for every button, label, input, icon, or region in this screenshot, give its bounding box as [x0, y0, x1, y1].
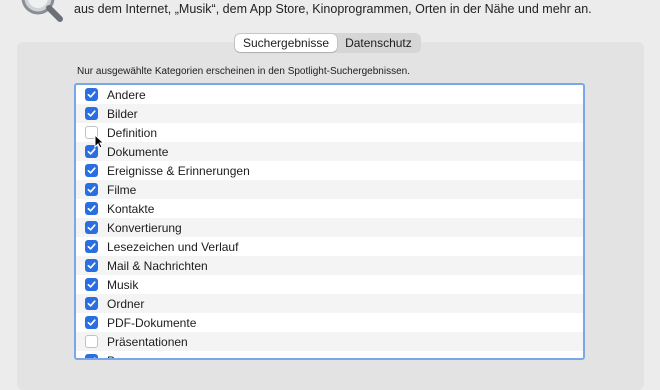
category-checkbox[interactable] [85, 240, 98, 253]
checkmark-icon [87, 243, 96, 250]
category-list[interactable]: Andere Bilder Definition Dokumente Ereigniss… [74, 83, 585, 360]
category-row[interactable]: Dokumente [76, 142, 583, 161]
category-checkbox[interactable] [85, 354, 98, 358]
checkmark-icon [87, 167, 96, 174]
category-label: PDF-Dokumente [107, 315, 197, 330]
category-checkbox[interactable] [85, 316, 98, 329]
category-row[interactable]: Mail & Nachrichten [76, 256, 583, 275]
checkmark-icon [87, 281, 96, 288]
category-label: Lesezeichen und Verlauf [107, 239, 239, 254]
category-label: Mail & Nachrichten [107, 258, 208, 273]
category-row[interactable]: Musik [76, 275, 583, 294]
category-row[interactable]: Lesezeichen und Verlauf [76, 237, 583, 256]
category-checkbox[interactable] [85, 107, 98, 120]
checkmark-icon [87, 224, 96, 231]
category-label: Andere [107, 87, 146, 102]
hint-text: Nur ausgewählte Kategorien erscheinen in… [77, 66, 410, 77]
category-checkbox[interactable] [85, 259, 98, 272]
checkmark-icon [87, 300, 96, 307]
tab-suchergebnisse[interactable]: Suchergebnisse [235, 34, 338, 52]
category-label: Ordner [107, 296, 145, 311]
mouse-cursor-icon [94, 134, 104, 149]
header-description: aus dem Internet, „Musik“, dem App Store… [74, 2, 592, 16]
category-checkbox[interactable] [85, 297, 98, 310]
category-row[interactable]: Bilder [76, 104, 583, 123]
category-label: Dokumente [107, 144, 169, 159]
category-row[interactable]: Definition [76, 123, 583, 142]
category-label: Konvertierung [107, 220, 182, 235]
category-checkbox[interactable] [85, 278, 98, 291]
tab-datenschutz[interactable]: Datenschutz [337, 34, 420, 52]
category-label: Präsentationen [107, 334, 188, 349]
category-row[interactable]: Ereignisse & Erinnerungen [76, 161, 583, 180]
category-label: Ereignisse & Erinnerungen [107, 163, 250, 178]
category-label: Musik [107, 277, 139, 292]
category-label: Filme [107, 182, 137, 197]
category-row[interactable]: Kontakte [76, 199, 583, 218]
category-label: P [107, 354, 115, 359]
category-row[interactable]: Filme [76, 180, 583, 199]
category-label: Bilder [107, 106, 138, 121]
category-row[interactable]: Ordner [76, 294, 583, 313]
category-checkbox[interactable] [85, 202, 98, 215]
category-row[interactable]: Andere [76, 85, 583, 104]
category-label: Definition [107, 125, 158, 140]
category-checkbox[interactable] [85, 164, 98, 177]
category-label: Kontakte [107, 201, 155, 216]
category-row[interactable]: P [76, 351, 583, 359]
category-row[interactable]: Präsentationen [76, 332, 583, 351]
category-row[interactable]: PDF-Dokumente [76, 313, 583, 332]
spotlight-magnifier-icon [21, 0, 63, 22]
checkmark-icon [87, 110, 96, 117]
checkmark-icon [87, 186, 96, 193]
checkmark-icon [87, 91, 96, 98]
checkmark-icon [87, 319, 96, 326]
checkmark-icon [87, 205, 96, 212]
category-checkbox[interactable] [85, 88, 98, 101]
checkmark-icon [87, 262, 96, 269]
segmented-control: Suchergebnisse Datenschutz [234, 33, 421, 53]
category-checkbox[interactable] [85, 183, 98, 196]
category-checkbox[interactable] [85, 335, 98, 348]
checkmark-icon [93, 357, 96, 358]
category-row[interactable]: Konvertierung [76, 218, 583, 237]
category-checkbox[interactable] [85, 221, 98, 234]
